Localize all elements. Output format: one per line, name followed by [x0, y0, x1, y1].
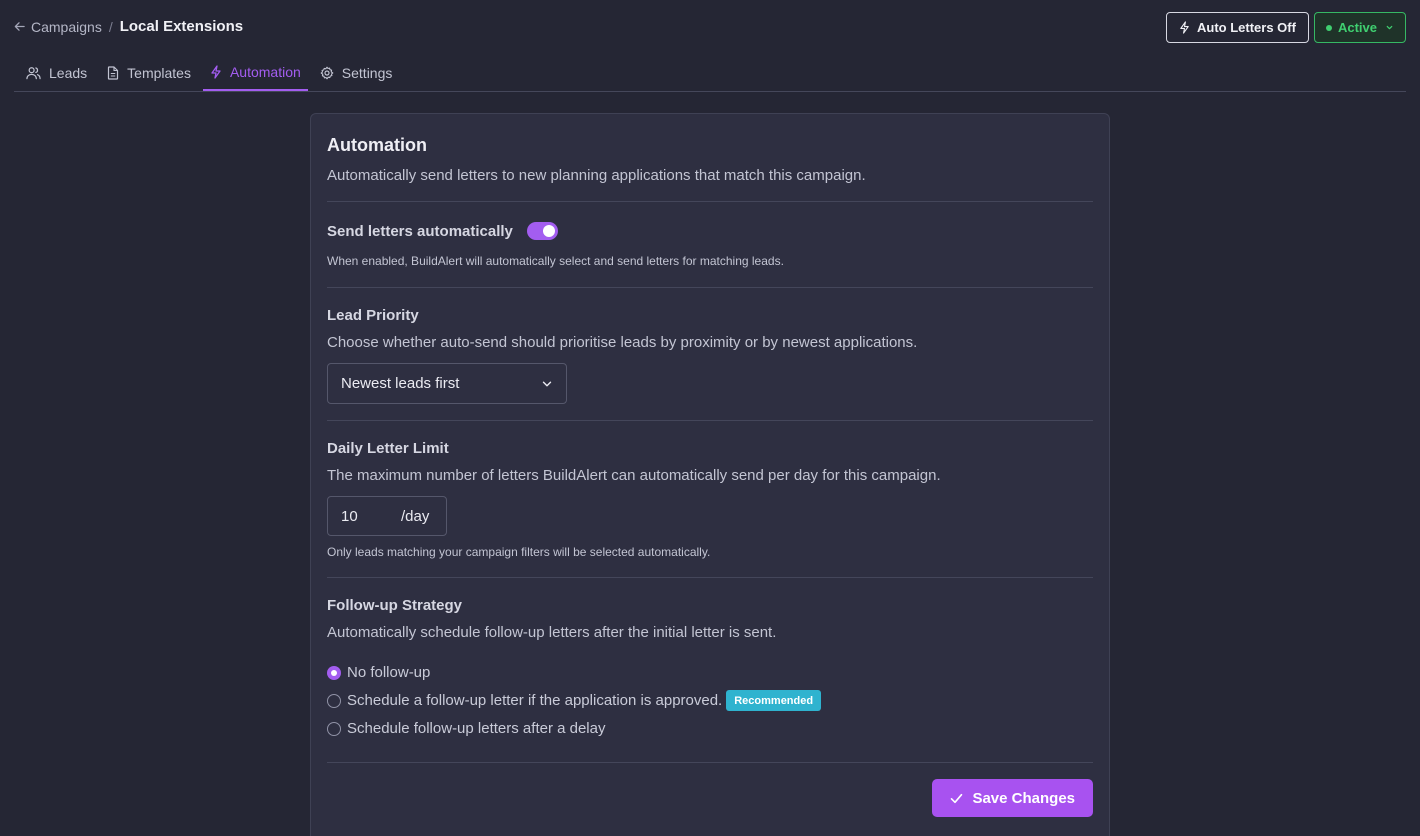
tab-templates[interactable]: Templates: [100, 54, 198, 91]
daily-limit-title: Daily Letter Limit: [327, 440, 449, 457]
card-header: Automation Automatically send letters to…: [327, 114, 1093, 202]
followup-option-label: Schedule follow-up letters after a delay: [347, 720, 606, 737]
recommended-badge: Recommended: [726, 690, 822, 711]
tab-automation[interactable]: Automation: [202, 54, 308, 91]
card-title: Automation: [327, 135, 427, 155]
status-label: Active: [1337, 20, 1377, 35]
radio-unchecked-icon[interactable]: [327, 693, 341, 708]
followup-option-approved[interactable]: Schedule a follow-up letter if the appli…: [327, 688, 1093, 713]
lead-priority-value: Newest leads first: [341, 375, 460, 392]
tab-settings-label: Settings: [341, 64, 393, 81]
lightning-icon: [210, 64, 222, 79]
automation-card: Automation Automatically send letters to…: [310, 113, 1110, 836]
status-dropdown[interactable]: Active: [1313, 12, 1406, 43]
chevron-down-icon: [541, 378, 553, 390]
back-link[interactable]: Campaigns: [14, 19, 102, 35]
daily-limit-unit: /day: [401, 507, 430, 525]
card-footer: Save Changes: [327, 763, 1093, 817]
document-icon: [107, 65, 119, 80]
toggle-knob: [542, 225, 555, 237]
status-dot-icon: [1325, 24, 1332, 31]
lead-priority-description: Choose whether auto-send should prioriti…: [327, 334, 918, 351]
check-icon: [950, 793, 963, 804]
followup-title: Follow-up Strategy: [327, 597, 462, 614]
followup-options: No follow-up Schedule a follow-up letter…: [327, 660, 1093, 741]
tab-templates-label: Templates: [127, 64, 191, 81]
tab-automation-label: Automation: [229, 63, 301, 80]
daily-limit-help: Only leads matching your campaign filter…: [327, 545, 711, 559]
auto-send-section: Send letters automatically When enabled,…: [327, 202, 1093, 288]
save-button-label: Save Changes: [972, 789, 1075, 807]
tab-leads-label: Leads: [49, 64, 88, 81]
followup-option-label: No follow-up: [347, 664, 431, 681]
auto-send-toggle[interactable]: [526, 222, 558, 240]
auto-letters-button[interactable]: Auto Letters Off: [1166, 12, 1309, 43]
radio-unchecked-icon[interactable]: [327, 721, 341, 736]
page-title: Local Extensions: [119, 18, 244, 35]
tab-bar: Leads Templates Automation Settings: [14, 54, 1406, 92]
auto-letters-label: Auto Letters Off: [1197, 20, 1296, 35]
top-bar: Campaigns / Local Extensions Auto Letter…: [0, 0, 1420, 56]
daily-limit-field: 10 /day: [327, 496, 447, 536]
breadcrumb: Campaigns / Local Extensions: [14, 18, 243, 35]
chevron-down-icon: [1385, 23, 1394, 32]
lead-priority-title: Lead Priority: [327, 307, 419, 324]
followup-option-delay[interactable]: Schedule follow-up letters after a delay: [327, 716, 1093, 741]
lightning-icon: [1179, 21, 1190, 34]
arrow-left-icon: [14, 21, 31, 32]
header-actions: Auto Letters Off Active: [1166, 12, 1406, 43]
followup-option-none[interactable]: No follow-up: [327, 660, 1093, 685]
followup-section: Follow-up Strategy Automatically schedul…: [327, 578, 1093, 763]
tab-settings[interactable]: Settings: [313, 54, 400, 91]
radio-checked-icon[interactable]: [327, 665, 341, 680]
auto-send-label: Send letters automatically: [327, 222, 513, 240]
followup-option-label: Schedule a follow-up letter if the appli…: [347, 692, 723, 709]
followup-description: Automatically schedule follow-up letters…: [327, 624, 777, 641]
card-description: Automatically send letters to new planni…: [327, 167, 866, 184]
auto-send-row: Send letters automatically: [327, 202, 1093, 240]
users-icon: [26, 66, 41, 80]
lead-priority-select[interactable]: Newest leads first: [327, 363, 567, 404]
breadcrumb-separator: /: [108, 18, 113, 35]
daily-limit-input[interactable]: 10: [341, 508, 401, 525]
gear-icon: [320, 66, 334, 80]
auto-send-help: When enabled, BuildAlert will automatica…: [327, 254, 784, 268]
daily-limit-section: Daily Letter Limit The maximum number of…: [327, 421, 1093, 578]
tab-leads[interactable]: Leads: [14, 54, 94, 91]
breadcrumb-campaigns[interactable]: Campaigns: [31, 19, 102, 35]
lead-priority-section: Lead Priority Choose whether auto-send s…: [327, 288, 1093, 421]
save-button[interactable]: Save Changes: [932, 779, 1093, 817]
daily-limit-description: The maximum number of letters BuildAlert…: [327, 467, 941, 484]
